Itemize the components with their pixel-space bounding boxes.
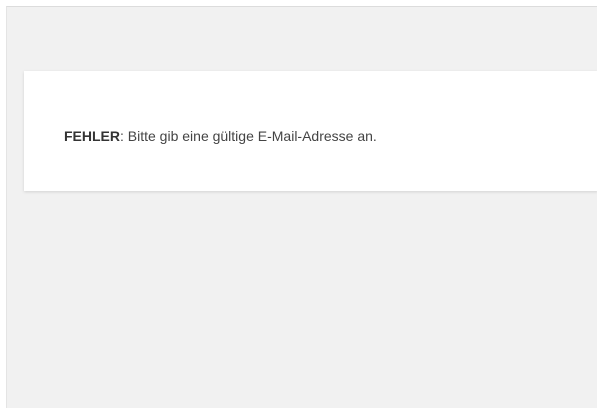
error-message: FEHLER: Bitte gib eine gültige E-Mail-Ad… bbox=[64, 127, 377, 145]
error-message-box: FEHLER: Bitte gib eine gültige E-Mail-Ad… bbox=[24, 71, 597, 191]
page-background: FEHLER: Bitte gib eine gültige E-Mail-Ad… bbox=[6, 6, 597, 408]
error-text: Bitte gib eine gültige E-Mail-Adresse an… bbox=[123, 128, 377, 144]
error-label: FEHLER bbox=[64, 128, 120, 144]
